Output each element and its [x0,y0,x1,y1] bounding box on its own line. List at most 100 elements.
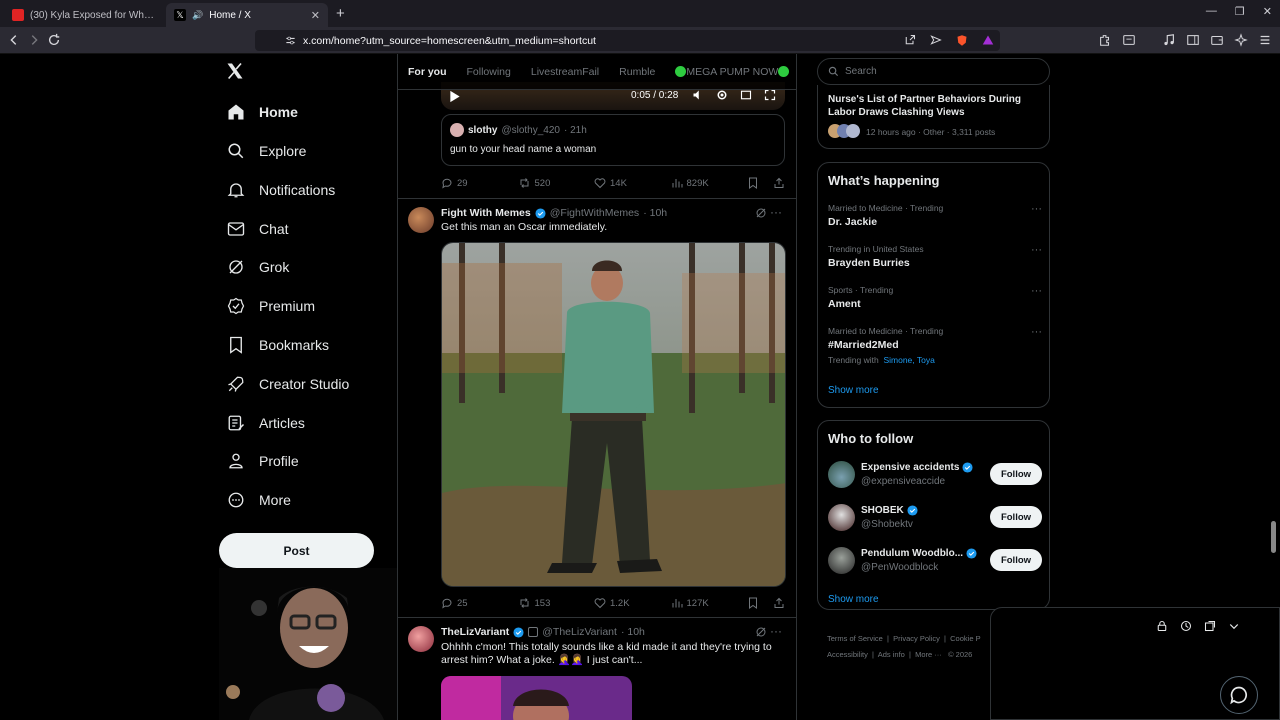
nav-home[interactable]: Home [227,98,298,126]
footer-link[interactable]: Privacy Policy [893,634,940,643]
address-bar[interactable]: x.com/home?utm_source=homescreen&utm_med… [255,30,1000,51]
views-button[interactable]: 127K [671,597,748,609]
site-settings-icon[interactable] [285,35,296,46]
close-window-icon[interactable]: ✕ [1263,5,1272,18]
maximize-icon[interactable]: ❐ [1235,5,1245,18]
more-options-icon[interactable]: ··· [1031,326,1042,338]
fullscreen-icon[interactable] [764,89,776,101]
nav-creator-studio[interactable]: Creator Studio [227,370,349,398]
minimize-icon[interactable]: — [1206,5,1217,18]
tweet-media[interactable] [441,242,786,587]
extensions-icon[interactable] [1098,33,1112,47]
search-input[interactable]: Search [817,58,1050,85]
author-name[interactable]: TheLizVariant [441,626,509,638]
music-icon[interactable] [1162,33,1176,47]
x-logo-icon[interactable] [226,62,244,80]
nav-premium[interactable]: Premium [227,292,315,320]
trend-item[interactable]: Married to Medicine · Trending Dr. Jacki… [828,203,1042,228]
footer-link[interactable]: Accessibility [827,650,868,659]
follow-button[interactable]: Follow [990,463,1042,485]
share-icon[interactable] [773,177,785,189]
settings-icon[interactable] [716,89,728,101]
back-button[interactable] [4,30,24,50]
brave-rewards-icon[interactable] [982,34,994,47]
tab-following[interactable]: Following [467,66,511,78]
footer-link[interactable]: Ads info [878,650,905,659]
volume-icon[interactable] [692,89,704,101]
trending-with-names[interactable]: Simone, Toya [883,355,934,365]
expand-icon[interactable] [1204,620,1216,632]
brave-shield-icon[interactable] [956,34,968,47]
follow-button[interactable]: Follow [990,506,1042,528]
page-scrollbar[interactable] [1271,521,1276,553]
news-card[interactable]: Nurse's List of Partner Behaviors During… [817,85,1050,149]
nav-explore[interactable]: Explore [227,137,306,165]
footer-link[interactable]: More ··· [915,650,942,659]
bookmark-icon[interactable] [747,597,759,609]
forward-button[interactable] [24,30,44,50]
repost-button[interactable]: 153 [518,597,595,609]
trend-item[interactable]: Married to Medicine · Trending #Married2… [828,326,1042,365]
wallet-icon[interactable] [1122,33,1136,47]
post-button[interactable]: Post [219,533,374,568]
author-handle[interactable]: @TheLizVariant [542,626,617,638]
nav-profile[interactable]: Profile [227,447,299,475]
pip-icon[interactable] [740,89,752,101]
wallet2-icon[interactable] [1210,33,1224,47]
share-icon[interactable] [904,34,916,47]
send-icon[interactable] [930,34,942,47]
author-handle[interactable]: @FightWithMemes [550,207,639,219]
nav-notifications[interactable]: Notifications [227,176,335,204]
show-more-link[interactable]: Show more [828,385,879,396]
history-icon[interactable] [1180,620,1192,632]
reply-button[interactable]: 29 [441,177,518,189]
speaker-icon[interactable]: 🔊 [192,10,203,21]
quoted-tweet[interactable]: slothy @slothy_420 · 21h gun to your hea… [441,114,785,166]
bookmark-icon[interactable] [747,177,759,189]
views-button[interactable]: 829K [671,177,748,189]
sidebar-icon[interactable] [1186,33,1200,47]
more-options-icon[interactable]: ··· [770,624,782,638]
nav-bookmarks[interactable]: Bookmarks [227,331,329,359]
more-options-icon[interactable]: ··· [770,205,782,219]
trend-item[interactable]: Sports · Trending Ament ··· [828,285,1042,310]
nav-grok[interactable]: Grok [227,253,289,281]
menu-icon[interactable] [1258,33,1272,47]
nav-chat[interactable]: Chat [227,215,289,243]
nav-more[interactable]: More [227,486,291,514]
leo-ai-icon[interactable] [1234,33,1248,47]
tab-rumble[interactable]: Rumble [619,66,655,78]
repost-button[interactable]: 520 [518,177,595,189]
avatar[interactable] [408,207,434,233]
more-options-icon[interactable]: ··· [1031,203,1042,215]
browser-tab-x[interactable]: 𝕏 🔊 Home / X ✕ [166,3,328,27]
tab-for-you[interactable]: For you [408,66,447,78]
show-more-link[interactable]: Show more [828,594,879,605]
grok-icon[interactable] [755,207,767,219]
like-button[interactable]: 14K [594,177,671,189]
close-tab-icon[interactable]: ✕ [311,9,320,22]
follow-suggestion[interactable]: Pendulum Woodblo... @PenWoodblock Follow [828,547,1042,577]
tab-livestreamfail[interactable]: LivestreamFail [531,66,599,78]
tweet-media[interactable] [441,676,632,720]
footer-link[interactable]: Cookie P [950,634,980,643]
follow-suggestion[interactable]: Expensive accidents @expensiveaccide Fol… [828,461,1042,491]
lock-icon[interactable] [1156,620,1168,632]
reload-button[interactable] [44,30,64,50]
nav-articles[interactable]: Articles [227,409,305,437]
reply-button[interactable]: 25 [441,597,518,609]
grok-icon[interactable] [755,626,767,638]
avatar[interactable] [408,626,434,652]
trend-item[interactable]: Trending in United States Brayden Burrie… [828,244,1042,269]
footer-link[interactable]: Terms of Service [827,634,883,643]
play-icon[interactable] [449,90,461,103]
new-tab-button[interactable]: + [336,5,345,22]
tab-mega-pump[interactable]: MEGA PUMP NOW [675,65,790,78]
grok-chat-button[interactable] [1220,676,1258,714]
more-options-icon[interactable]: ··· [1031,285,1042,297]
like-button[interactable]: 1.2K [594,597,671,609]
follow-suggestion[interactable]: SHOBEK @Shobektv Follow [828,504,1042,534]
author-name[interactable]: Fight With Memes [441,207,531,219]
more-options-icon[interactable]: ··· [1031,244,1042,256]
chevron-down-icon[interactable] [1228,620,1240,632]
